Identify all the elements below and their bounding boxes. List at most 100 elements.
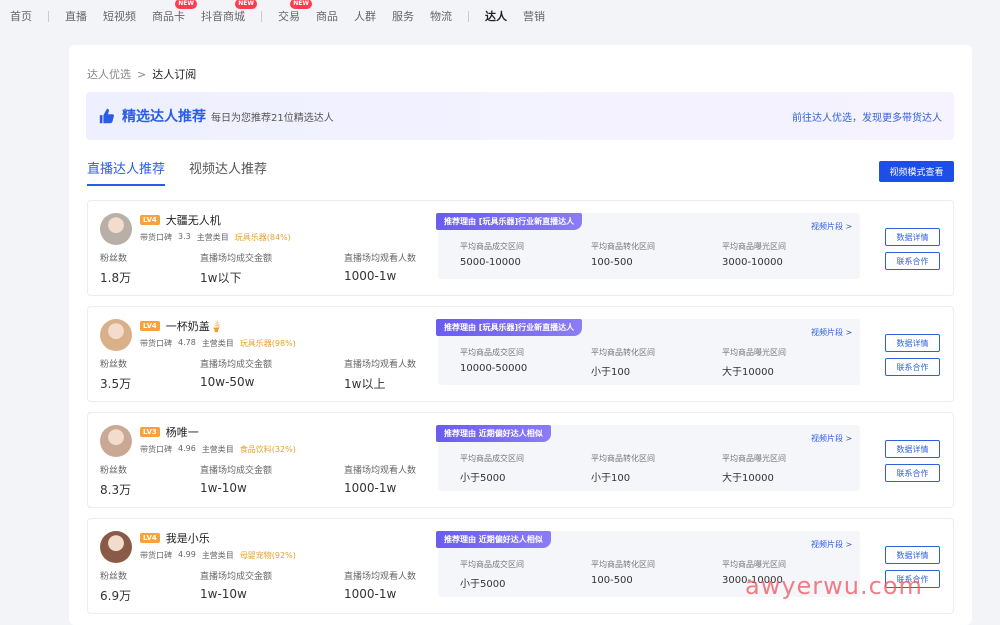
recommend-reason-tag: 推荐理由 [玩具乐器]行业新直播达人 (436, 319, 583, 336)
main-category-label: 主营类目 (201, 551, 234, 560)
nav-item[interactable]: 物流 (430, 8, 452, 24)
data-details-button[interactable]: 数据详情 (885, 546, 940, 564)
creator-name: 我是小乐 (165, 532, 210, 545)
nav-item-label: 抖音商城 (201, 10, 245, 23)
live-viewers-stat: 直播场均观看人数 1w以上 (344, 357, 416, 392)
exposure-stat: 平均商品曝光区间 大于10000 (722, 453, 786, 484)
main-category-label: 主营类目 (196, 233, 229, 242)
creator-name-row: LV4 我是小乐 (140, 530, 210, 546)
exposure-stat: 平均商品曝光区间 3000-10000 (722, 241, 786, 268)
nav-item[interactable]: 直播 (65, 8, 87, 24)
tab-live-creators[interactable]: 直播达人推荐 (87, 158, 166, 186)
conversion-stat: 平均商品转化区间 100-500 (591, 559, 655, 586)
creator-name: 一杯奶盖🍦 (165, 320, 224, 333)
live-gmv-label: 直播场均成交金额 (200, 254, 273, 264)
exposure-value: 大于10000 (722, 367, 774, 378)
recommend-reason-box: 推荐理由 [玩具乐器]行业新直播达人 平均商品成交区间 10000-50000 … (436, 319, 860, 385)
live-viewers-value: 1000-1w (344, 587, 397, 601)
main-category-label: 主营类目 (201, 445, 234, 454)
fans-value: 6.9万 (100, 589, 132, 603)
order-value-value: 5000-10000 (460, 257, 521, 268)
tab-video-creators[interactable]: 视频达人推荐 (189, 158, 267, 186)
nav-item[interactable]: 商品卡 NEW (152, 0, 197, 24)
nav-divider (468, 10, 469, 22)
data-details-button[interactable]: 数据详情 (885, 440, 940, 458)
breadcrumb-current: 达人订阅 (152, 68, 197, 81)
live-gmv-stat: 直播场均成交金额 1w-10w (200, 569, 272, 601)
fans-stat: 粉丝数 3.5万 (100, 357, 131, 392)
recommend-reason-tag: 推荐理由 近期偏好达人相似 (436, 531, 551, 548)
nav-item[interactable]: 营销 (523, 8, 545, 24)
fans-label: 粉丝数 (100, 254, 128, 264)
conversion-value: 100-500 (591, 257, 633, 268)
video-clip-link[interactable]: 视频片段 > (811, 327, 852, 338)
order-value-stat: 平均商品成交区间 10000-50000 (460, 347, 527, 374)
main-category: 母婴宠物(92%) (239, 551, 296, 560)
creator-name: 大疆无人机 (165, 214, 221, 227)
nav-item-label: 达人 (485, 10, 507, 23)
view-mode-button[interactable]: 视频模式查看 (879, 161, 954, 182)
order-value-label: 平均商品成交区间 (460, 242, 524, 251)
video-clip-link[interactable]: 视频片段 > (811, 221, 852, 232)
main-category: 玩具乐器(98%) (239, 339, 296, 348)
nav-item[interactable]: 抖音商城 NEW (201, 0, 257, 24)
exposure-label: 平均商品曝光区间 (722, 348, 786, 357)
new-badge: NEW (175, 0, 197, 9)
nav-item-label: 商品卡 (152, 10, 185, 23)
breadcrumb-separator: > (137, 67, 147, 81)
reputation-label: 带货口碑 (140, 339, 172, 348)
live-viewers-label: 直播场均观看人数 (344, 572, 417, 582)
nav-item[interactable]: 商品 (316, 8, 338, 24)
exposure-label: 平均商品曝光区间 (722, 560, 786, 569)
nav-item[interactable]: 首页 (10, 8, 32, 24)
order-value-value: 小于5000 (460, 473, 506, 484)
contact-button[interactable]: 联系合作 (885, 252, 940, 270)
order-value-label: 平均商品成交区间 (460, 454, 524, 463)
data-details-button[interactable]: 数据详情 (885, 228, 940, 246)
reputation-score: 4.78 (178, 338, 196, 347)
new-badge: NEW (235, 0, 257, 9)
live-viewers-stat: 直播场均观看人数 1000-1w (344, 463, 416, 495)
exposure-value: 大于10000 (722, 473, 774, 484)
level-badge: LV4 (140, 321, 160, 331)
nav-divider (261, 10, 262, 22)
avatar (100, 531, 132, 563)
conversion-value: 小于100 (591, 473, 631, 484)
main-category: 玩具乐器(84%) (234, 233, 291, 242)
conversion-label: 平均商品转化区间 (591, 560, 655, 569)
breadcrumb-parent[interactable]: 达人优选 (87, 66, 131, 82)
nav-item-label: 营销 (523, 10, 545, 23)
live-viewers-label: 直播场均观看人数 (344, 360, 417, 370)
contact-button[interactable]: 联系合作 (885, 464, 940, 482)
nav-item-label: 人群 (354, 10, 376, 23)
more-creators-link[interactable]: 前往达人优选，发现更多带货达人 (792, 109, 942, 124)
contact-button[interactable]: 联系合作 (885, 358, 940, 376)
fans-value: 1.8万 (100, 271, 132, 285)
data-details-button[interactable]: 数据详情 (885, 334, 940, 352)
live-viewers-stat: 直播场均观看人数 1000-1w (344, 569, 416, 601)
breadcrumb: 达人优选 > 达人订阅 (87, 66, 196, 82)
live-viewers-stat: 直播场均观看人数 1000-1w (344, 251, 416, 283)
level-badge: LV4 (140, 533, 160, 543)
watermark: awyerwu.com (745, 572, 923, 600)
nav-item[interactable]: 人群 (354, 8, 376, 24)
nav-item[interactable]: 短视频 (103, 8, 136, 24)
nav-item[interactable]: 交易 NEW (278, 0, 312, 24)
reputation-label: 带货口碑 (140, 233, 172, 242)
live-gmv-stat: 直播场均成交金额 1w以下 (200, 251, 272, 286)
nav-item[interactable]: 服务 (392, 8, 414, 24)
live-gmv-label: 直播场均成交金额 (200, 466, 273, 476)
fans-label: 粉丝数 (100, 360, 128, 370)
creator-name-row: LV4 大疆无人机 (140, 212, 221, 228)
main-category: 食品饮料(32%) (239, 445, 296, 454)
exposure-label: 平均商品曝光区间 (722, 242, 786, 251)
live-viewers-value: 1000-1w (344, 481, 397, 495)
conversion-label: 平均商品转化区间 (591, 242, 655, 251)
nav-item[interactable]: 达人 (485, 8, 507, 24)
live-gmv-stat: 直播场均成交金额 10w-50w (200, 357, 272, 389)
creator-name-row: LV3 杨唯一 (140, 424, 199, 440)
order-value-stat: 平均商品成交区间 小于5000 (460, 453, 524, 484)
video-clip-link[interactable]: 视频片段 > (811, 539, 852, 550)
video-clip-link[interactable]: 视频片段 > (811, 433, 852, 444)
reputation-score: 3.3 (178, 232, 191, 241)
